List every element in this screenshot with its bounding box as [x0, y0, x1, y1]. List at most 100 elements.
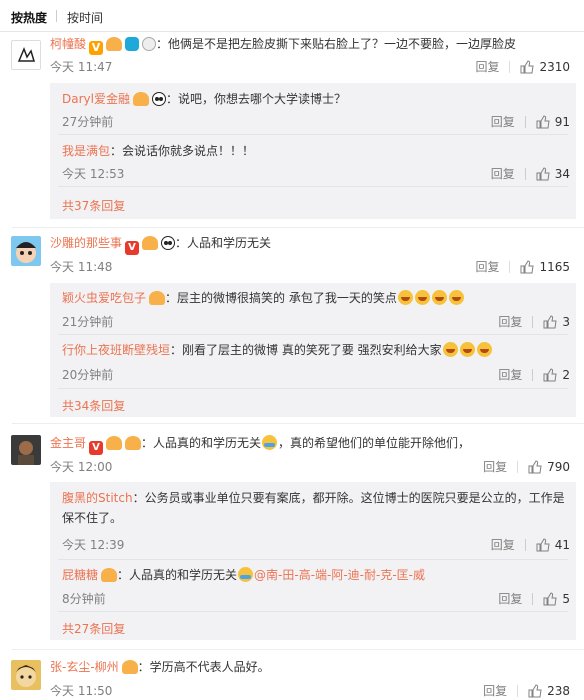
laughing-emoji-icon — [459, 342, 475, 357]
reply-actions: 回复 2 — [498, 366, 570, 383]
laughing-emoji-icon — [442, 342, 458, 357]
mention-link[interactable]: @南-田-高-端-阿-迪-耐-克-匡-威 — [254, 568, 425, 582]
like-count: 238 — [547, 683, 570, 698]
reply-time: 8分钟前 — [62, 592, 106, 606]
sort-divider — [56, 10, 57, 22]
reply-username[interactable]: 腹黑的Stitch — [62, 491, 133, 505]
sort-by-hot-tab[interactable]: 按热度 — [11, 9, 47, 26]
comment-time: 今天 11:50 — [50, 684, 113, 698]
like-count: 5 — [562, 591, 570, 606]
comment-time: 今天 12:00 — [50, 460, 113, 474]
laughing-emoji-icon — [448, 290, 464, 305]
thumbs-up-icon — [536, 166, 550, 180]
reply-time: 27分钟前 — [62, 115, 114, 129]
more-replies-link[interactable]: 共27条回复 — [62, 620, 125, 637]
sort-bar: 按热度 按时间 — [0, 0, 584, 32]
avatar[interactable] — [11, 236, 41, 266]
reply-time: 今天 12:53 — [62, 167, 125, 181]
comment-username[interactable]: 金主哥 — [50, 436, 86, 450]
comment-username[interactable]: 柯幢酸 — [50, 37, 86, 51]
more-replies-link[interactable]: 共34条回复 — [62, 397, 125, 414]
reply-username[interactable]: Daryl爱金融 — [62, 92, 130, 106]
more-replies-link[interactable]: 共37条回复 — [62, 197, 125, 214]
comment-text: ：人品真的和学历无关 — [141, 436, 262, 450]
reply-divider — [58, 611, 568, 612]
panda-badge-icon — [151, 92, 166, 106]
like-button[interactable]: 5 — [543, 592, 570, 606]
avatar[interactable] — [11, 660, 41, 690]
reply-item: 屁糖糖 ：人品真的和学历无关 @南-田-高-端-阿-迪-耐-克-匡-威 8分钟前 回… — [50, 560, 576, 612]
reply-button[interactable]: 回复 — [483, 682, 507, 699]
camera-badge-icon — [125, 37, 140, 51]
sort-by-time-tab[interactable]: 按时间 — [67, 9, 103, 26]
reply-button[interactable]: 回复 — [475, 58, 499, 75]
reply-username[interactable]: 我是满包 — [62, 144, 110, 158]
like-count: 91 — [554, 114, 570, 129]
like-button[interactable]: 238 — [528, 684, 570, 698]
reply-box: 腹黑的Stitch：公务员或事业单位只要有案底，都开除。这位博士的医院只要是公立… — [50, 482, 576, 640]
thumbs-up-icon — [536, 537, 550, 551]
like-button[interactable]: 41 — [536, 538, 570, 552]
thumbs-up-icon — [543, 367, 557, 381]
reply-button[interactable]: 回复 — [491, 165, 515, 182]
laughing-emoji-icon — [431, 290, 447, 305]
like-count: 3 — [562, 314, 570, 329]
reply-username[interactable]: 行你上夜班断壁残垣 — [62, 343, 170, 357]
reply-text: ：公务员或事业单位只要有案底，都开除。这位博士的医院只要是公立的，工作是保不住了… — [62, 491, 565, 525]
like-button[interactable]: 3 — [543, 315, 570, 329]
member-level-icon — [125, 436, 142, 450]
thumbs-up-icon — [536, 114, 550, 128]
reply-divider — [58, 388, 568, 389]
verified-badge-icon: V — [89, 441, 104, 455]
reply-username[interactable]: 颖火虫爱吃包子 — [62, 291, 146, 305]
action-divider — [524, 115, 526, 128]
like-button[interactable]: 790 — [528, 460, 570, 474]
avatar[interactable] — [11, 435, 41, 465]
member-level-icon — [142, 236, 159, 250]
reply-button[interactable]: 回复 — [498, 590, 522, 607]
like-button[interactable]: 34 — [536, 167, 570, 181]
comment-username[interactable]: 张-玄尘-柳州 — [50, 660, 119, 674]
reply-text: ：层主的微博很搞笑的 承包了我一天的笑点 — [165, 291, 397, 305]
crying-emoji-icon — [238, 567, 254, 582]
reply-box: 颖火虫爱吃包子 ：层主的微博很搞笑的 承包了我一天的笑点 21分钟前 回复 3 行… — [50, 283, 576, 417]
reply-button[interactable]: 回复 — [483, 458, 507, 475]
reply-box: Daryl爱金融 ：说吧，你想去哪个大学读博士？ 27分钟前 回复 91 我是满包… — [50, 83, 576, 219]
reply-text: ：会说话你就多说点！！！ — [110, 144, 255, 158]
medal-badge-icon — [142, 37, 157, 51]
comment-actions: 回复 238 — [483, 682, 570, 699]
like-button[interactable]: 2310 — [520, 60, 570, 74]
reply-username[interactable]: 屁糖糖 — [62, 568, 98, 582]
reply-button[interactable]: 回复 — [498, 313, 522, 330]
like-button[interactable]: 2 — [543, 368, 570, 382]
comment-item: 张-玄尘-柳州 ：学历高不代表人品好。 今天 11:50 回复 238 — [0, 650, 584, 700]
reply-time: 20分钟前 — [62, 368, 114, 382]
thumbs-up-icon — [543, 314, 557, 328]
avatar[interactable] — [11, 40, 41, 70]
reply-button[interactable]: 回复 — [491, 536, 515, 553]
reply-button[interactable]: 回复 — [491, 113, 515, 130]
member-level-icon — [101, 568, 118, 582]
laughing-emoji-icon — [414, 290, 430, 305]
reply-divider — [58, 186, 568, 187]
action-divider — [517, 684, 519, 697]
reply-actions: 回复 91 — [491, 113, 570, 130]
comment-actions: 回复 2310 — [475, 58, 570, 75]
like-button[interactable]: 1165 — [520, 260, 570, 274]
member-level-icon — [149, 291, 166, 305]
thumbs-up-icon — [528, 683, 542, 697]
reply-time: 21分钟前 — [62, 315, 114, 329]
action-divider — [509, 260, 511, 273]
action-divider — [532, 592, 534, 605]
reply-button[interactable]: 回复 — [475, 258, 499, 275]
reply-text: ：人品真的和学历无关 — [117, 568, 238, 582]
action-divider — [532, 368, 534, 381]
comment-username[interactable]: 沙雕的那些事 — [50, 236, 122, 250]
comment-item: 沙雕的那些事 V ：人品和学历无关 今天 11:48 回复 1165 颖火虫爱吃包子… — [0, 228, 584, 424]
reply-item: 行你上夜班断壁残垣：刚看了层主的微博 真的笑死了要 强烈安利给大家 20分钟前 … — [50, 335, 576, 389]
reply-button[interactable]: 回复 — [498, 366, 522, 383]
member-level-icon — [132, 92, 149, 106]
reply-item: 我是满包：会说话你就多说点！！！ 今天 12:53 回复 34 — [50, 135, 576, 187]
like-button[interactable]: 91 — [536, 115, 570, 129]
action-divider — [524, 538, 526, 551]
